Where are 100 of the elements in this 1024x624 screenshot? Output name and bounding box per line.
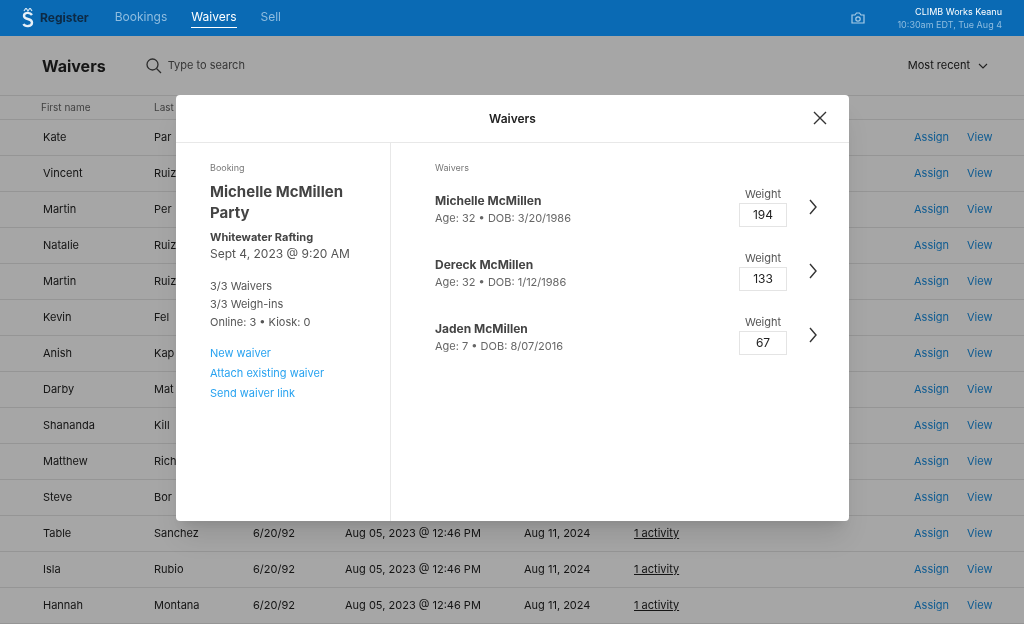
table-cell: Ruiz bbox=[154, 237, 177, 254]
table-cell: Kate bbox=[43, 129, 67, 146]
action-link[interactable]: View bbox=[967, 237, 993, 254]
table-cell: Montana bbox=[154, 597, 200, 614]
table-cell: Ruiz bbox=[154, 165, 177, 182]
table-cell: Mat bbox=[154, 381, 174, 398]
table-cell: Sanchez bbox=[154, 525, 199, 542]
action-link[interactable]: View bbox=[967, 597, 993, 614]
nav-tab[interactable]: Sell bbox=[260, 8, 281, 28]
action-link[interactable]: View bbox=[967, 453, 993, 470]
action-link[interactable]: Assign bbox=[914, 453, 950, 470]
table-cell: Aug 05, 2023 @ 12:46 PM bbox=[345, 561, 481, 578]
table-cell: Aug 11, 2024 bbox=[524, 525, 591, 542]
action-link[interactable]: View bbox=[967, 201, 993, 218]
weight-field[interactable]: 194 bbox=[739, 202, 787, 227]
table-cell: 6/20/92 bbox=[253, 561, 295, 578]
action-link[interactable]: Assign bbox=[914, 561, 950, 578]
booking-stat: 3/3 Weigh-ins bbox=[210, 296, 285, 313]
table-cell: 6/20/92 bbox=[253, 597, 295, 614]
table-cell: Aug 05, 2023 @ 12:46 PM bbox=[345, 597, 481, 614]
table-cell: Rich bbox=[154, 453, 177, 470]
action-link[interactable]: Assign bbox=[914, 381, 950, 398]
weight-field[interactable]: 67 bbox=[739, 330, 787, 355]
action-link[interactable]: View bbox=[967, 129, 993, 146]
table-cell: Kill bbox=[154, 417, 170, 434]
weight-field[interactable]: 133 bbox=[739, 266, 787, 291]
logo-icon bbox=[22, 8, 34, 28]
booking-stat: Online: 3 • Kiosk: 0 bbox=[210, 314, 312, 331]
action-link[interactable]: Assign bbox=[914, 489, 950, 506]
page-title: Waivers bbox=[42, 54, 106, 78]
action-link[interactable]: Assign bbox=[914, 597, 950, 614]
table-cell: Ruiz bbox=[154, 273, 177, 290]
action-link[interactable]: View bbox=[967, 309, 993, 326]
activity-link[interactable]: 1 activity bbox=[634, 525, 680, 542]
column-header: Last bbox=[154, 100, 175, 115]
action-link[interactable]: Assign bbox=[914, 309, 950, 326]
table-cell: Martin bbox=[43, 201, 77, 218]
table-cell: 6/20/92 bbox=[253, 525, 295, 542]
person-name: Jaden McMillen bbox=[435, 320, 529, 339]
table-cell: Fel bbox=[154, 309, 170, 326]
waiver-action-link[interactable]: Attach existing waiver bbox=[210, 363, 325, 383]
action-link[interactable]: Assign bbox=[914, 237, 950, 254]
action-link[interactable]: View bbox=[967, 381, 993, 398]
action-link[interactable]: Assign bbox=[914, 273, 950, 290]
table-cell: Matthew bbox=[43, 453, 88, 470]
action-link[interactable]: View bbox=[967, 525, 993, 542]
table-cell: Per bbox=[154, 201, 172, 218]
action-link[interactable]: View bbox=[967, 345, 993, 362]
waiver-action-link[interactable]: New waiver bbox=[210, 343, 271, 363]
chevron-right-icon[interactable] bbox=[809, 262, 817, 279]
table-cell: Kap bbox=[154, 345, 175, 362]
chevron-right-icon[interactable] bbox=[809, 326, 817, 343]
action-link[interactable]: View bbox=[967, 561, 993, 578]
table-cell: Aug 11, 2024 bbox=[524, 597, 591, 614]
account-time: 10:30am EDT, Tue Aug 4 bbox=[897, 18, 1002, 31]
nav-tab[interactable]: Bookings bbox=[114, 8, 168, 28]
action-link[interactable]: View bbox=[967, 165, 993, 182]
brand-name: Register bbox=[40, 9, 89, 27]
action-link[interactable]: View bbox=[967, 489, 993, 506]
sort-dropdown[interactable]: Most recent bbox=[907, 57, 988, 74]
section-label: Waivers bbox=[435, 161, 470, 175]
booking-datetime: Sept 4, 2023 @ 9:20 AM bbox=[210, 245, 351, 263]
table-cell: Steve bbox=[43, 489, 73, 506]
table-cell: Isla bbox=[43, 561, 61, 578]
weight-label: Weight bbox=[744, 186, 782, 203]
weight-label: Weight bbox=[744, 250, 782, 267]
close-button[interactable] bbox=[813, 111, 827, 125]
person-details: Age: 7 • DOB: 8/07/2016 bbox=[435, 338, 565, 355]
chevron-right-icon[interactable] bbox=[809, 198, 817, 215]
table-cell: Bor bbox=[154, 489, 172, 506]
search-field[interactable]: Type to search bbox=[145, 57, 288, 74]
weight-label: Weight bbox=[744, 314, 782, 331]
waiver-action-link[interactable]: Send waiver link bbox=[210, 383, 296, 403]
action-link[interactable]: Assign bbox=[914, 201, 950, 218]
table-cell: Martin bbox=[43, 273, 77, 290]
action-link[interactable]: Assign bbox=[914, 345, 950, 362]
nav-tab[interactable]: Waivers bbox=[191, 8, 237, 28]
table-cell: Darby bbox=[43, 381, 75, 398]
person-details: Age: 32 • DOB: 1/12/1986 bbox=[435, 274, 568, 291]
close-icon bbox=[813, 111, 827, 125]
table-cell: Aug 05, 2023 @ 12:46 PM bbox=[345, 525, 481, 542]
table-cell: Anish bbox=[43, 345, 73, 362]
action-link[interactable]: Assign bbox=[914, 165, 950, 182]
action-link[interactable]: Assign bbox=[914, 417, 950, 434]
action-link[interactable]: Assign bbox=[914, 525, 950, 542]
column-header: First name bbox=[41, 100, 92, 115]
action-link[interactable]: Assign bbox=[914, 129, 950, 146]
person-name: Dereck McMillen bbox=[435, 256, 535, 275]
booking-name: Michelle McMillen Party bbox=[210, 180, 344, 223]
activity-link[interactable]: 1 activity bbox=[634, 561, 680, 578]
table-cell: Hannah bbox=[43, 597, 84, 614]
section-label: Booking bbox=[210, 161, 246, 175]
action-link[interactable]: View bbox=[967, 417, 993, 434]
action-link[interactable]: View bbox=[967, 273, 993, 290]
table-cell: Aug 11, 2024 bbox=[524, 561, 591, 578]
table-cell: Natalie bbox=[43, 237, 80, 254]
camera-icon[interactable] bbox=[851, 12, 866, 24]
dialog-title: Waivers bbox=[489, 109, 536, 128]
activity-link[interactable]: 1 activity bbox=[634, 597, 680, 614]
table-cell: Table bbox=[43, 525, 72, 542]
